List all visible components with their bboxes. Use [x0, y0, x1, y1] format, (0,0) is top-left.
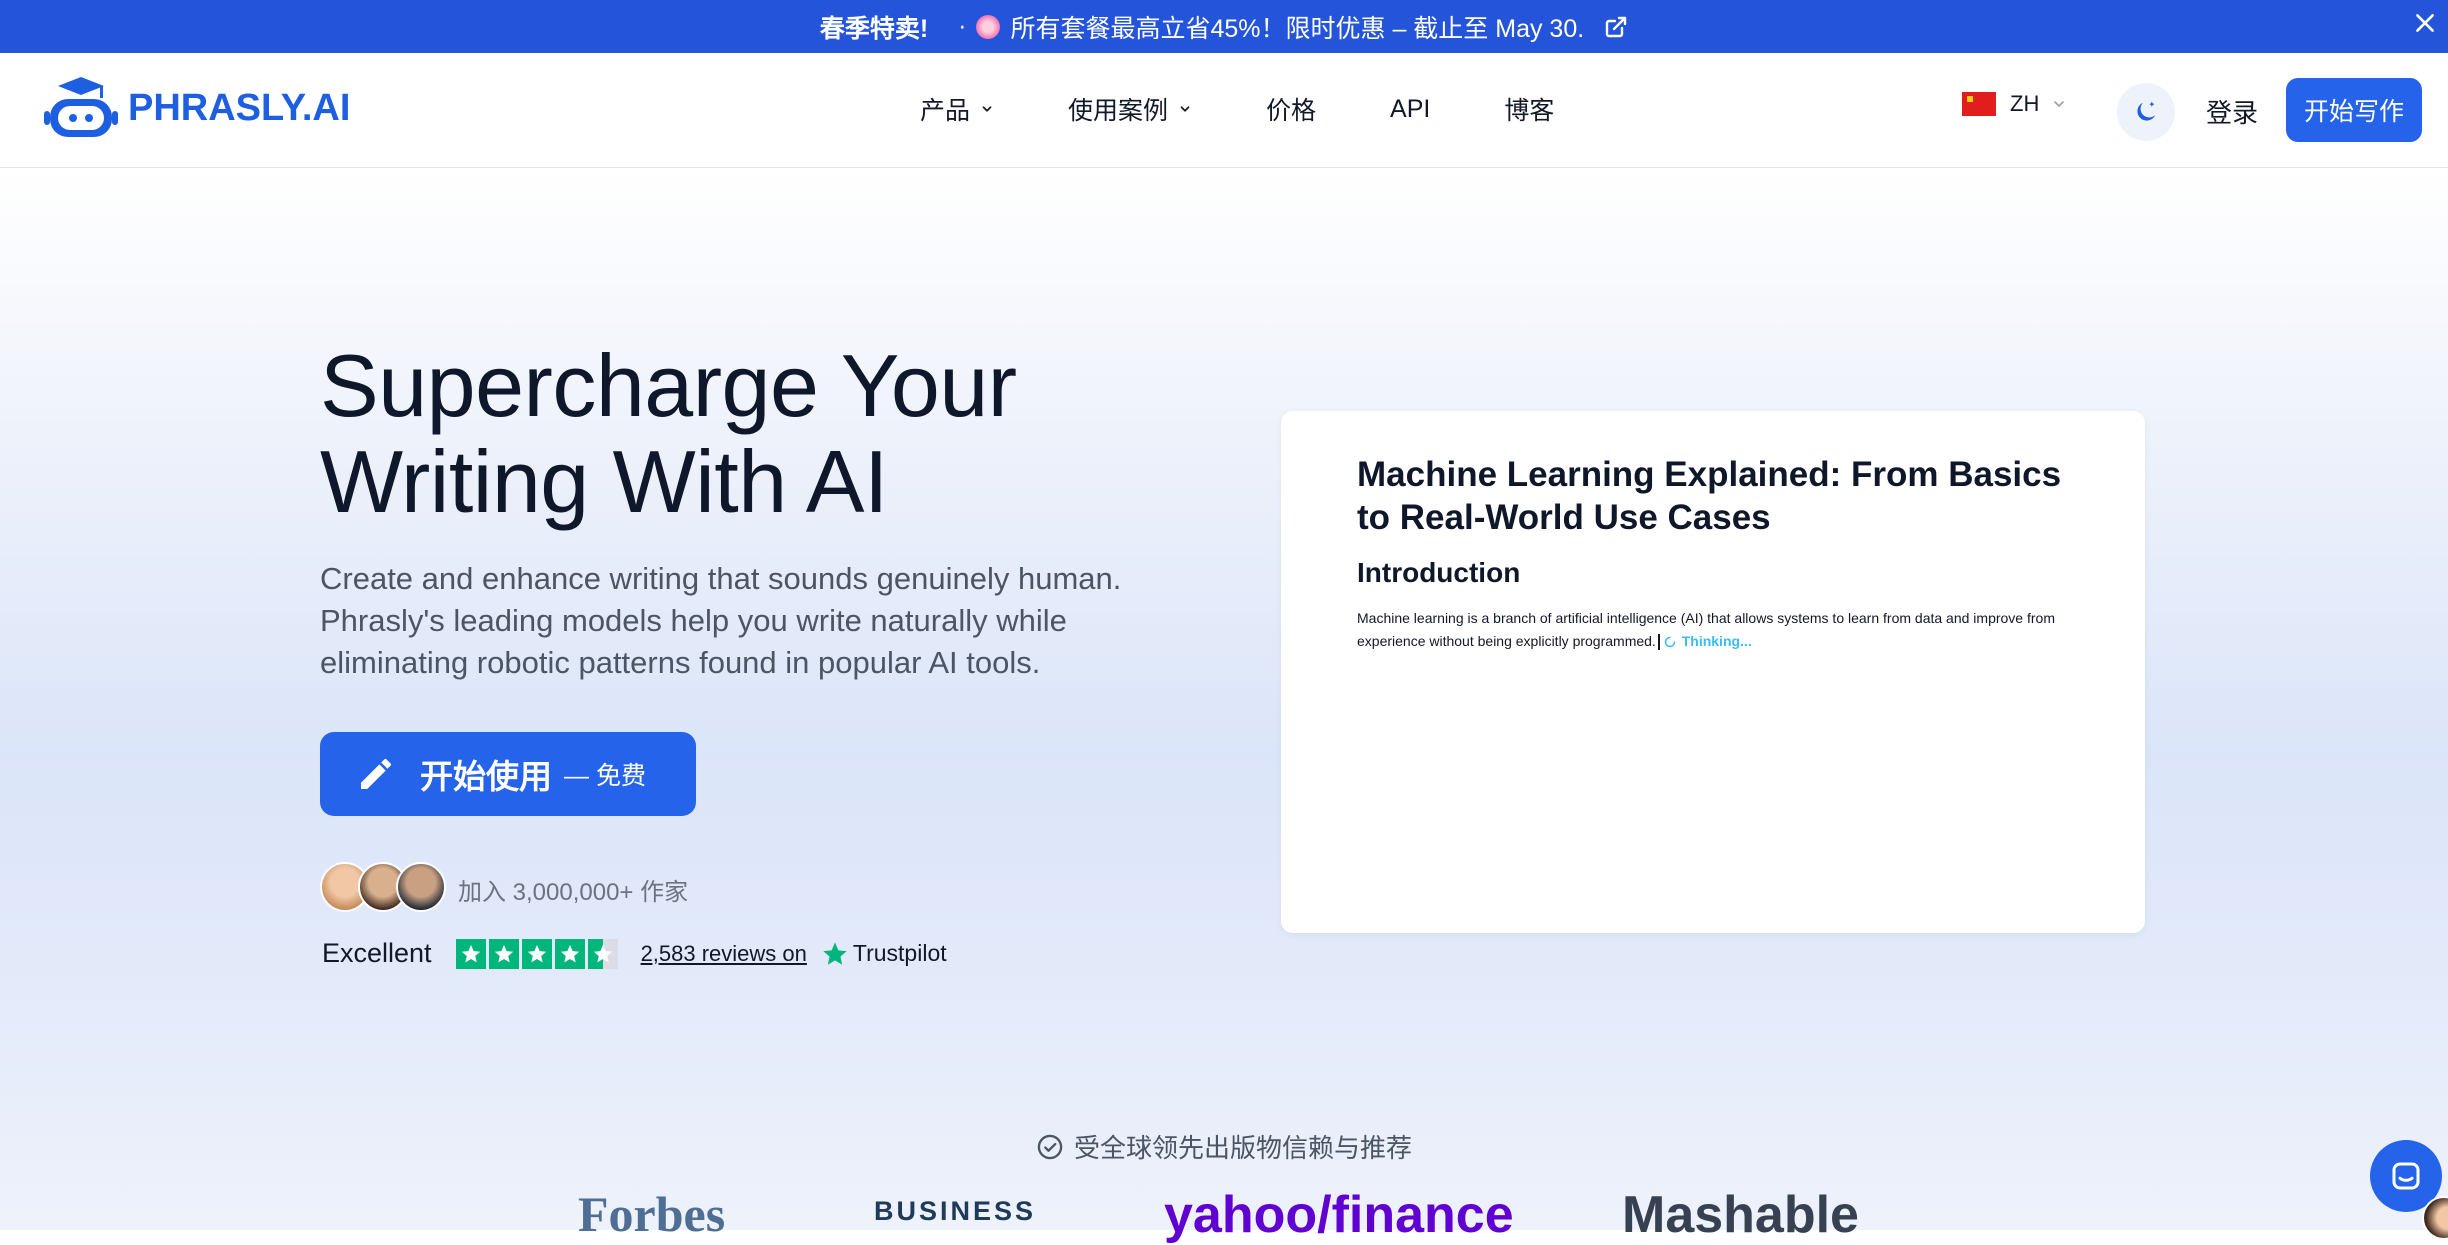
pencil-icon [361, 758, 391, 789]
get-started-label: 开始使用 [420, 758, 552, 795]
nav-item-api[interactable]: API [1390, 95, 1430, 124]
business-insider-logo: BUSINESS [874, 1196, 1037, 1226]
nav-item-label: 博客 [1504, 97, 1555, 125]
chevron-down-icon [982, 106, 992, 112]
language-selector[interactable]: ZH [1962, 91, 2067, 117]
trustpilot-brand-name: Trustpilot [852, 940, 947, 966]
brand-logo[interactable]: PHRASLY.AI [42, 75, 350, 141]
close-icon[interactable] [2412, 10, 2438, 36]
trustpilot-stars [455, 938, 621, 969]
star-icon [488, 938, 519, 969]
hero-title-line1: Supercharge Your [320, 336, 1017, 435]
thinking-status: Thinking... [1681, 633, 1752, 649]
press-heading-text: 受全球领先出版物信赖与推荐 [1074, 1133, 1413, 1163]
moon-icon [2137, 101, 2156, 121]
document-heading: Introduction [1357, 557, 1521, 588]
promo-separator: · [958, 12, 967, 40]
chevron-down-icon [2054, 101, 2065, 107]
china-flag-icon [1962, 92, 1996, 116]
theme-toggle-button[interactable] [2117, 83, 2175, 141]
hero-subtitle: Create and enhance writing that sounds g… [320, 561, 1122, 680]
nav-item-label: 价格 [1266, 97, 1317, 125]
hero-title: Supercharge Your Writing With AI [320, 338, 1220, 530]
press-heading: 受全球领先出版物信赖与推荐 [1036, 1128, 1412, 1165]
robot-logo-icon [44, 77, 118, 137]
hero-section: Supercharge Your Writing With AI Create … [0, 168, 2448, 1244]
trustpilot-widget[interactable]: Excellent 2,583 reviews on Trustpilot [322, 938, 947, 969]
document-paragraph: Machine learning is a branch of artifici… [1357, 607, 2077, 653]
document-title: Machine Learning Explained: From Basics … [1357, 455, 2062, 537]
site-header: PHRASLY.AI 产品 使用案例 价格 API 博客 ZH 登录 开始写作 [0, 53, 2448, 169]
brand-name: PHRASLY.AI [128, 86, 351, 129]
star-icon [521, 938, 552, 969]
trustpilot-reviews-link[interactable]: 2,583 reviews on [641, 941, 807, 967]
trustpilot-rating-word: Excellent [322, 938, 432, 968]
promo-banner[interactable]: 春季特卖! · 所有套餐最高立省45%！限时优惠 – 截止至 May 30. [0, 0, 2448, 53]
external-link-icon[interactable] [1604, 15, 1628, 39]
avatar [396, 862, 446, 912]
trustpilot-brand: Trustpilot [821, 940, 947, 968]
nav-item-blog[interactable]: 博客 [1504, 91, 1554, 127]
text-cursor [1657, 634, 1660, 651]
chevron-down-icon [1180, 106, 1190, 112]
blossom-icon [976, 14, 1001, 39]
promo-highlight: 春季特卖! [819, 14, 929, 43]
mashable-logo: Mashable [1622, 1186, 1859, 1244]
login-link[interactable]: 登录 [2206, 93, 2258, 130]
check-circle-icon [1037, 1134, 1063, 1159]
nav-item-label: 使用案例 [1068, 97, 1169, 125]
trustpilot-star-icon [823, 941, 847, 965]
promo-message: 所有套餐最高立省45%！限时优惠 – 截止至 May 30. [1010, 14, 1585, 43]
star-icon [554, 938, 585, 969]
half-star-icon [587, 938, 618, 969]
main-nav: 产品 使用案例 价格 API 博客 [920, 91, 1554, 127]
free-label: — 免费 [564, 762, 646, 790]
forbes-logo: Forbes [578, 1186, 726, 1242]
nav-item-pricing[interactable]: 价格 [1266, 91, 1316, 127]
get-started-free-button[interactable]: 开始使用 — 免费 [320, 732, 696, 816]
language-code: ZH [2010, 91, 2040, 116]
start-writing-button[interactable]: 开始写作 [2286, 78, 2422, 142]
star-icon [455, 938, 486, 969]
editor-preview-card: Machine Learning Explained: From Basics … [1281, 411, 2145, 933]
nav-item-products[interactable]: 产品 [920, 91, 994, 127]
spinner-icon [1664, 637, 1675, 648]
nav-item-label: 产品 [920, 97, 971, 125]
chat-icon [2392, 1162, 2420, 1190]
yahoo-finance-logo: yahoo/finance [1164, 1186, 1514, 1244]
hero-title-line2: Writing With AI [320, 432, 888, 531]
writer-avatars [320, 862, 446, 912]
nav-item-label: API [1390, 94, 1431, 123]
nav-item-use-cases[interactable]: 使用案例 [1068, 91, 1192, 127]
join-writers-text: 加入 3,000,000+ 作家 [458, 879, 689, 906]
